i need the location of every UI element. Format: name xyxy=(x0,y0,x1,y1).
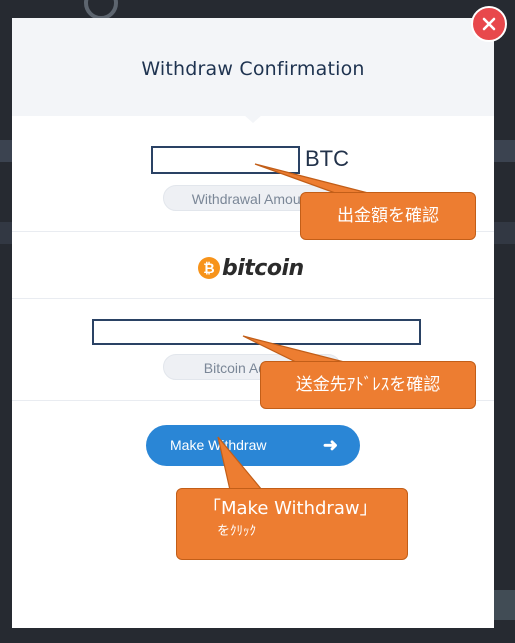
callout-pointer-amount xyxy=(254,163,373,195)
callout-confirm-amount: 出金額を確認 xyxy=(300,192,476,240)
callout-click-make-withdraw: 「Make Withdraw」 をｸﾘｯｸ xyxy=(176,488,408,560)
callout-confirm-address: 送金先ｱﾄﾞﾚｽを確認 xyxy=(260,361,476,409)
callout-pointer-address xyxy=(242,335,353,365)
callout-click-line2: をｸﾘｯｸ xyxy=(217,524,257,539)
callout-click-line1: 「Make Withdraw」 xyxy=(203,498,378,519)
callout-pointer-button xyxy=(217,436,264,491)
